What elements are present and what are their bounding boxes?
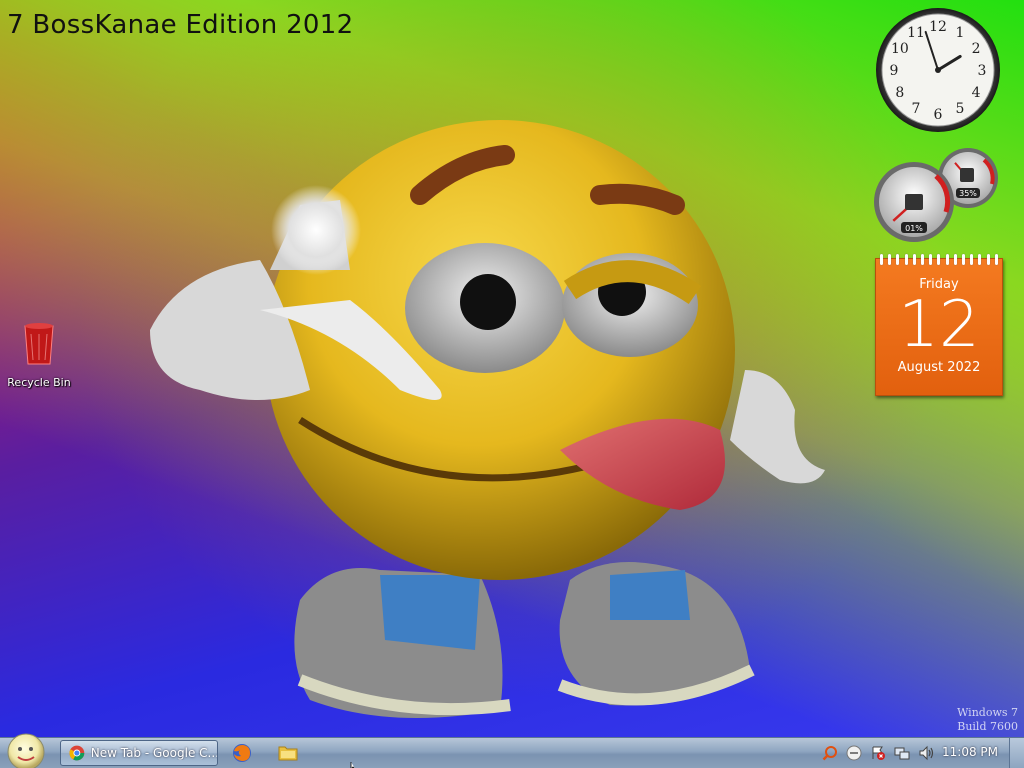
desktop-icon-recycle-bin[interactable]: Recycle Bin (4, 320, 74, 389)
clock-numeral: 10 (891, 41, 909, 57)
taskbar-button-chrome[interactable]: New Tab - Google C... (60, 740, 218, 766)
analog-clock: 12 12 3 45678 9 1011 (876, 8, 1000, 132)
memory-chip-icon (960, 168, 974, 182)
messenger-icon[interactable] (846, 745, 862, 761)
clock-numeral: 5 (956, 101, 965, 117)
clock-numeral: 2 (972, 41, 981, 57)
taskbar-clock[interactable]: 11:08 PM (942, 745, 998, 759)
clock-numeral: 4 (972, 85, 981, 101)
memory-percent: 35% (959, 189, 977, 198)
folder-icon (278, 746, 298, 761)
clock-numeral: 3 (978, 63, 987, 79)
taskbar: New Tab - Google C... 11:08 PM (0, 733, 1024, 768)
start-orb-icon (7, 733, 45, 768)
taskbar-pin-firefox[interactable] (222, 741, 262, 765)
search-icon[interactable] (822, 745, 838, 761)
action-center-icon[interactable] (870, 745, 886, 761)
clock-numeral: 11 (907, 25, 925, 41)
system-tray: 11:08 PM (814, 738, 1024, 768)
calendar-month-year: August 2022 (897, 360, 981, 375)
taskbar-button-label: New Tab - Google C... (90, 746, 217, 760)
clock-gadget[interactable]: 12 1 2 3 4 5 6 7 8 9 10 11 (874, 6, 1002, 134)
firefox-icon (233, 744, 251, 762)
start-button[interactable] (6, 732, 46, 768)
recycle-bin-icon (24, 323, 54, 365)
calendar-binding-rings (880, 254, 998, 266)
cpu-percent: 01% (905, 224, 923, 233)
chrome-icon (69, 745, 85, 761)
clock-numeral: 7 (912, 101, 921, 117)
desktop[interactable]: 7 BossKanae Edition 2012 Recycle Bin 12 … (0, 0, 1024, 768)
windows-build-watermark: Windows 7 Build 7600 (957, 706, 1018, 734)
clock-numeral: 1 (956, 25, 965, 41)
network-icon[interactable] (894, 745, 910, 761)
clock-numeral: 6 (934, 107, 943, 123)
clock-numeral: 9 (890, 63, 899, 79)
clock-numeral: 12 (929, 19, 947, 35)
show-desktop-button[interactable] (1009, 738, 1024, 768)
desktop-icon-label: Recycle Bin (7, 376, 71, 389)
watermark-line-1: Windows 7 (957, 706, 1018, 719)
calendar-gadget[interactable]: Friday 12 August 2022 (875, 254, 1003, 396)
cpu-chip-icon (905, 194, 923, 210)
clock-numeral: 8 (895, 85, 904, 101)
wallpaper-smiley-art (150, 120, 825, 718)
calendar-day: 12 (898, 288, 980, 362)
mouse-cursor-icon (350, 762, 355, 768)
edition-title: 7 BossKanae Edition 2012 (7, 10, 354, 40)
cpu-meter-dials: 35% 01% (874, 148, 998, 242)
taskbar-pin-explorer[interactable] (268, 741, 308, 765)
cpu-meter-gadget[interactable]: 35% 01% (872, 146, 1002, 246)
volume-icon[interactable] (918, 745, 934, 761)
watermark-line-2: Build 7600 (957, 720, 1018, 733)
